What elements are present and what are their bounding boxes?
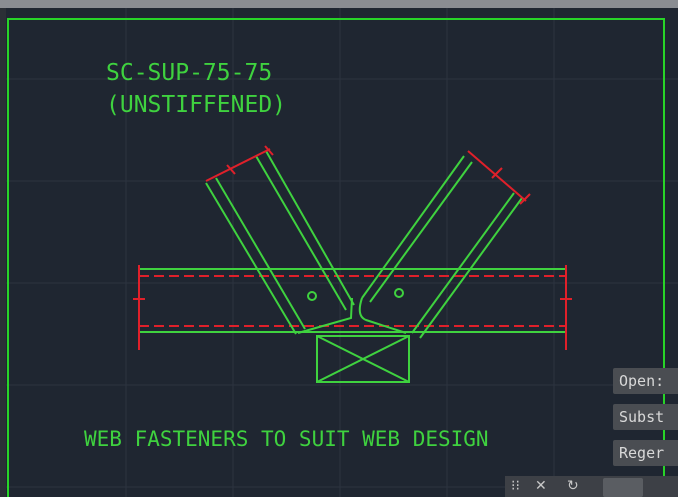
- drawing-canvas[interactable]: SC-SUP-75-75 (UNSTIFFENED) WEB FASTENERS…: [6, 8, 678, 497]
- recent-commands-icon[interactable]: ↻: [567, 478, 579, 494]
- left-brace: [205, 150, 355, 335]
- command-suggestion-regen[interactable]: Reger: [613, 440, 678, 466]
- right-brace-dimension: [467, 150, 531, 205]
- top-bar: [0, 0, 678, 8]
- command-suggestion-subst[interactable]: Subst: [613, 404, 678, 430]
- close-icon[interactable]: ✕: [535, 478, 547, 494]
- drawing-subtitle: (UNSTIFFENED): [106, 92, 286, 118]
- left-brace-dimension: [205, 145, 274, 182]
- drawing-note: WEB FASTENERS TO SUIT WEB DESIGN: [84, 427, 489, 451]
- command-prompt-icon[interactable]: [603, 478, 643, 497]
- command-bar: ⁝⁝ ✕ ↻: [505, 476, 678, 497]
- viewport-frame: [7, 18, 665, 497]
- drawing-title: SC-SUP-75-75: [106, 60, 272, 86]
- right-brace: [358, 155, 523, 339]
- support-bearing: [316, 335, 410, 383]
- grip-icon[interactable]: ⁝⁝: [511, 478, 520, 494]
- command-suggestion-open[interactable]: Open:: [613, 368, 678, 394]
- drawing-viewport[interactable]: SC-SUP-75-75 (UNSTIFFENED) WEB FASTENERS…: [6, 8, 678, 497]
